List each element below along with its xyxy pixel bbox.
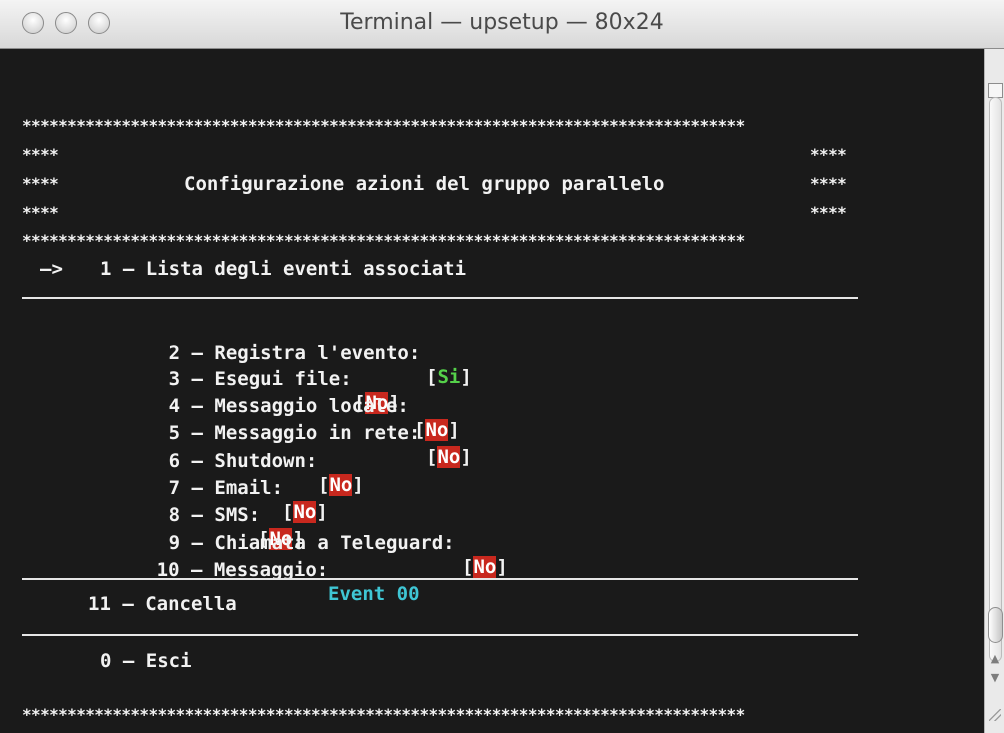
- resize-grip-icon[interactable]: [989, 709, 1001, 721]
- footer-stars: ****************************************…: [22, 705, 745, 724]
- banner-side-right-3: ****: [810, 203, 847, 222]
- separator-1: [22, 297, 858, 299]
- banner-side-right-1: ****: [810, 145, 847, 164]
- separator-2: [22, 578, 858, 580]
- vertical-scrollbar[interactable]: ▲ ▼: [984, 49, 1004, 733]
- title-bar[interactable]: Terminal — upsetup — 80x24: [0, 0, 1004, 49]
- item-4-value: [No]: [414, 419, 460, 441]
- menu-item-0[interactable]: 0 – Esci: [100, 649, 192, 673]
- scroll-track[interactable]: [989, 97, 1002, 662]
- banner-side-left-1: ****: [22, 145, 59, 164]
- split-pane-icon[interactable]: [988, 83, 1003, 98]
- item-9-value: [No]: [462, 556, 508, 578]
- banner-stars-top: ****************************************…: [22, 116, 745, 135]
- banner-side-left-2: ****: [22, 174, 59, 193]
- scroll-up-arrow-icon[interactable]: ▲: [989, 652, 1001, 666]
- window-title: Terminal — upsetup — 80x24: [340, 10, 664, 35]
- menu-item-11[interactable]: 11 – Cancella: [88, 592, 237, 616]
- terminal-window: Terminal — upsetup — 80x24 *************…: [0, 0, 1004, 733]
- item-2-value: [Si]: [426, 366, 472, 388]
- item-6-value: [No]: [318, 474, 364, 496]
- scroll-thumb[interactable]: [988, 607, 1003, 643]
- separator-3: [22, 634, 858, 636]
- banner-side-left-3: ****: [22, 203, 59, 222]
- selection-arrow: —>: [40, 258, 63, 280]
- banner-stars-bottom: ****************************************…: [22, 231, 745, 250]
- page-heading: Configurazione azioni del gruppo paralle…: [184, 173, 665, 195]
- menu-item-1[interactable]: 1 – Lista degli eventi associati: [100, 257, 466, 281]
- item-5-value: [No]: [426, 446, 472, 468]
- item-10-value: Event 00: [328, 583, 420, 605]
- terminal-screen[interactable]: ****************************************…: [0, 49, 984, 733]
- banner-side-right-2: ****: [810, 174, 847, 193]
- scroll-down-arrow-icon[interactable]: ▼: [989, 671, 1001, 685]
